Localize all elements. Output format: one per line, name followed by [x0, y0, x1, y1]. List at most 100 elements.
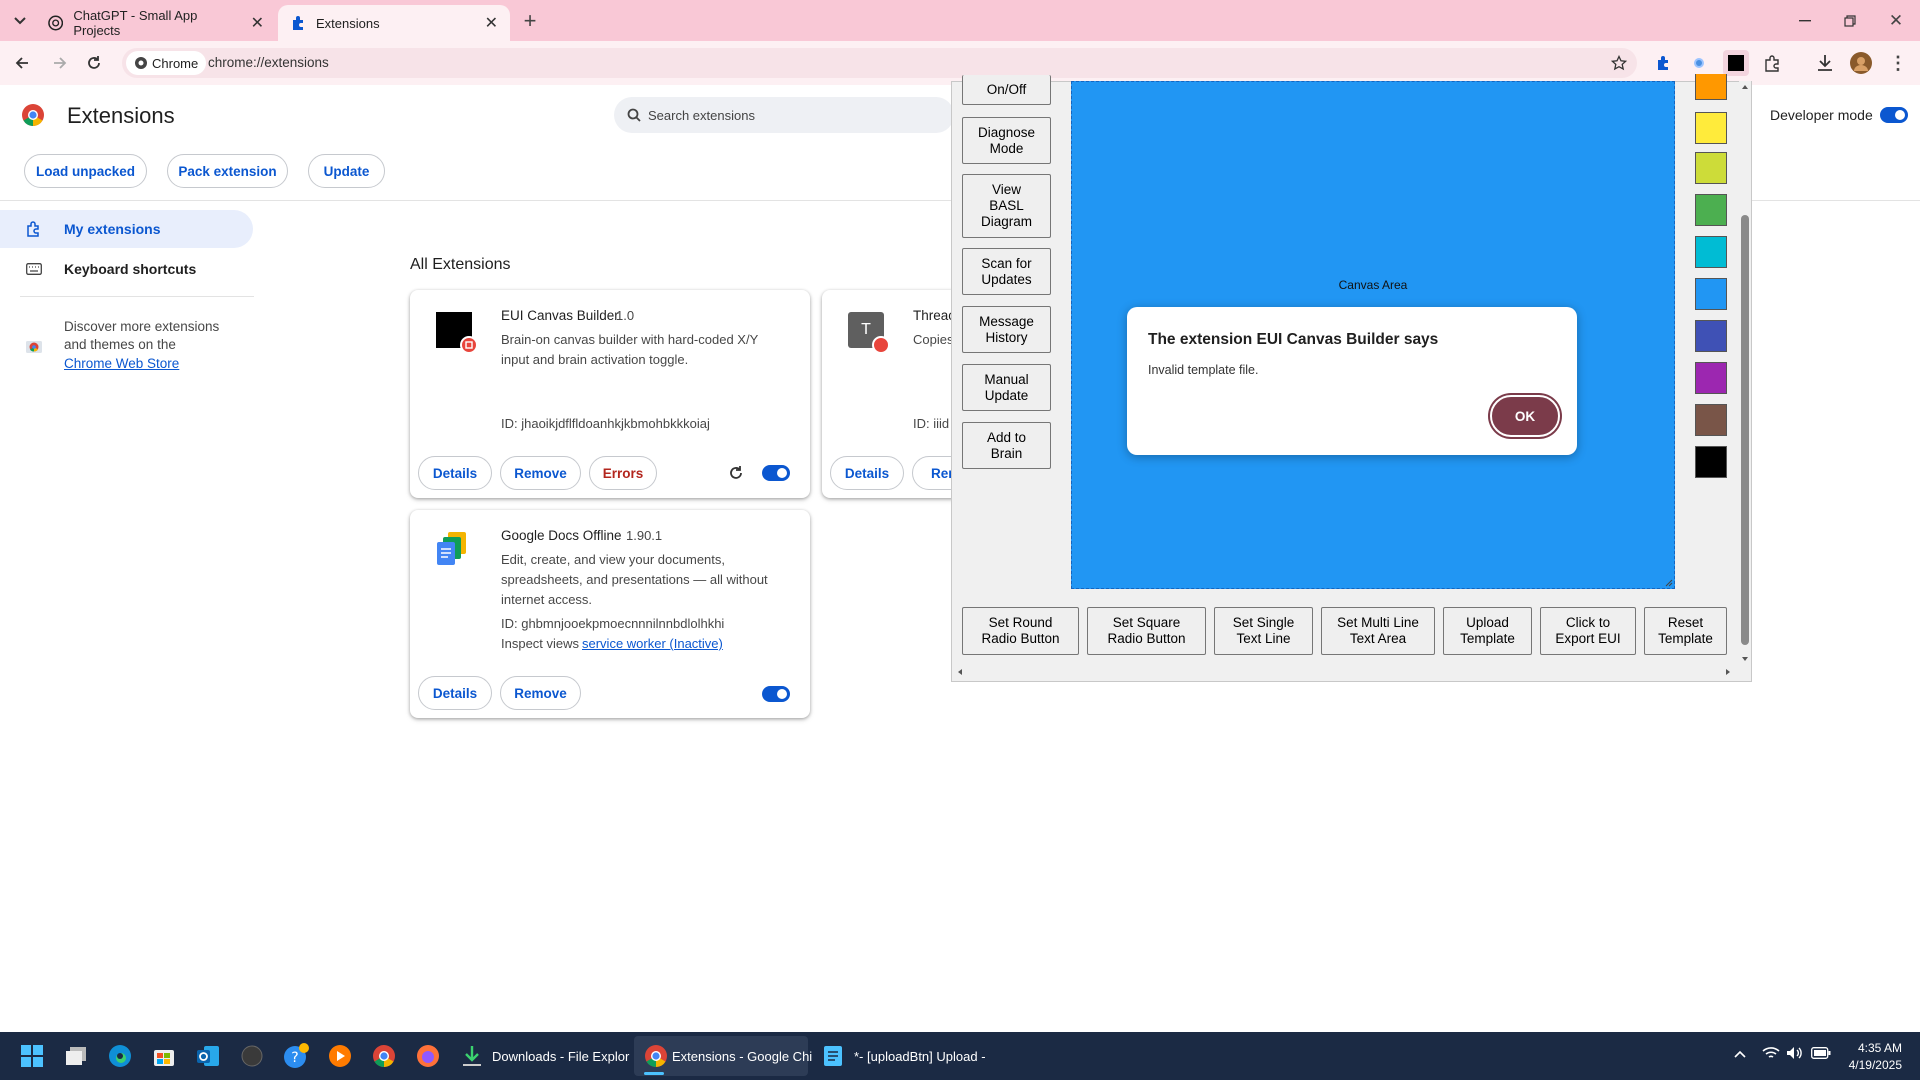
- set-multi-line-text-area-button[interactable]: Set Multi Line Text Area: [1321, 607, 1435, 655]
- upload-template-button[interactable]: Upload Template: [1443, 607, 1532, 655]
- search-extensions-field[interactable]: Search extensions: [614, 97, 954, 133]
- chrome-logo-icon: [22, 104, 44, 126]
- close-window-icon[interactable]: ✕: [1883, 8, 1909, 34]
- extension-enable-toggle[interactable]: [762, 465, 790, 481]
- scroll-up-icon[interactable]: [1741, 83, 1749, 91]
- resize-grip-icon[interactable]: [1663, 577, 1673, 587]
- chrome-menu-icon[interactable]: ⋮: [1885, 50, 1911, 76]
- add-to-brain-button[interactable]: Add to Brain: [962, 422, 1051, 469]
- wifi-icon[interactable]: [1762, 1046, 1780, 1060]
- color-swatch[interactable]: [1695, 404, 1727, 436]
- back-icon[interactable]: [9, 50, 35, 76]
- tab-chatgpt[interactable]: ChatGPT - Small App Projects ✕: [36, 5, 276, 41]
- taskbar-time[interactable]: 4:35 AM: [1842, 1041, 1902, 1055]
- update-button[interactable]: Update: [308, 154, 385, 188]
- chrome-web-store-link[interactable]: Chrome Web Store: [64, 356, 179, 371]
- pack-extension-button[interactable]: Pack extension: [167, 154, 288, 188]
- extension-dot-icon[interactable]: [1686, 50, 1712, 76]
- taskbar-notepad-window[interactable]: *- [uploadBtn] Upload -: [818, 1036, 988, 1076]
- new-tab-icon[interactable]: +: [517, 8, 543, 34]
- url-text[interactable]: chrome://extensions: [208, 55, 329, 70]
- service-worker-link[interactable]: service worker (Inactive): [582, 636, 723, 651]
- diagnose-mode-button[interactable]: Diagnose Mode: [962, 117, 1051, 164]
- sidebar-item-my-extensions[interactable]: My extensions: [0, 210, 253, 248]
- reset-template-button[interactable]: Reset Template: [1644, 607, 1727, 655]
- details-button[interactable]: Details: [830, 456, 904, 490]
- profile-avatar[interactable]: [1848, 50, 1874, 76]
- color-swatch[interactable]: [1695, 74, 1727, 100]
- eui-canvas-extension-icon[interactable]: [1723, 50, 1749, 76]
- site-info-chip[interactable]: Chrome: [126, 51, 207, 75]
- dialog-ok-button[interactable]: OK: [1490, 395, 1560, 437]
- remove-button[interactable]: Remove: [500, 456, 581, 490]
- media-player-icon[interactable]: [324, 1040, 356, 1072]
- downloads-icon[interactable]: [1812, 50, 1838, 76]
- remove-button[interactable]: Remove: [500, 676, 581, 710]
- color-swatch[interactable]: [1695, 112, 1727, 144]
- taskbar-downloads-window[interactable]: Downloads - File Explor: [456, 1036, 629, 1076]
- download-icon: [463, 1046, 481, 1066]
- popup-vertical-scrollbar[interactable]: [1739, 81, 1751, 667]
- scroll-left-icon[interactable]: [956, 668, 964, 676]
- firefox-icon[interactable]: [412, 1040, 444, 1072]
- set-round-radio-button[interactable]: Set Round Radio Button: [962, 607, 1079, 655]
- manual-update-button[interactable]: Manual Update: [962, 364, 1051, 411]
- color-swatch[interactable]: [1695, 362, 1727, 394]
- reload-extension-icon[interactable]: [728, 465, 744, 481]
- chrome-taskbar-icon[interactable]: [368, 1040, 400, 1072]
- task-view-icon[interactable]: [60, 1040, 92, 1072]
- extension-pin-puzzle-icon[interactable]: [1650, 50, 1676, 76]
- extension-icon: [27, 221, 39, 237]
- extension-card-google-docs-offline: Google Docs Offline 1.90.1 Edit, create,…: [410, 510, 810, 718]
- bookmark-star-icon[interactable]: [1606, 50, 1632, 76]
- outlook-icon[interactable]: [192, 1040, 224, 1072]
- tray-overflow-chevron-icon[interactable]: [1734, 1050, 1746, 1058]
- scan-for-updates-button[interactable]: Scan for Updates: [962, 248, 1051, 295]
- volume-icon[interactable]: [1786, 1046, 1804, 1060]
- taskbar-date[interactable]: 4/19/2025: [1832, 1058, 1902, 1072]
- scroll-right-icon[interactable]: [1724, 668, 1732, 676]
- extensions-menu-icon[interactable]: [1759, 50, 1785, 76]
- details-button[interactable]: Details: [418, 676, 492, 710]
- color-swatch[interactable]: [1695, 236, 1727, 268]
- tab-search-chevron-icon[interactable]: [7, 8, 33, 34]
- minimize-icon[interactable]: [1792, 8, 1818, 34]
- color-swatch[interactable]: [1695, 194, 1727, 226]
- color-swatch[interactable]: [1695, 278, 1727, 310]
- extension-enable-toggle[interactable]: [762, 686, 790, 702]
- scrollbar-thumb[interactable]: [1741, 215, 1749, 645]
- load-unpacked-button[interactable]: Load unpacked: [24, 154, 147, 188]
- microsoft-store-icon[interactable]: [148, 1040, 180, 1072]
- view-basl-diagram-button[interactable]: View BASL Diagram: [962, 174, 1051, 238]
- help-app-icon[interactable]: ?: [280, 1040, 312, 1072]
- developer-mode-toggle[interactable]: [1880, 107, 1908, 123]
- sidebar-item-keyboard-shortcuts[interactable]: Keyboard shortcuts: [0, 250, 253, 288]
- section-title: All Extensions: [410, 256, 511, 273]
- circle-app-icon[interactable]: [236, 1040, 268, 1072]
- set-single-text-line-button[interactable]: Set Single Text Line: [1214, 607, 1313, 655]
- extension-description: input and brain activation toggle.: [501, 352, 689, 367]
- scroll-down-icon[interactable]: [1741, 655, 1749, 663]
- message-history-button[interactable]: Message History: [962, 306, 1051, 353]
- set-square-radio-button[interactable]: Set Square Radio Button: [1087, 607, 1206, 655]
- errors-button[interactable]: Errors: [589, 456, 657, 490]
- details-button[interactable]: Details: [418, 456, 492, 490]
- tab-extensions[interactable]: Extensions ✕: [278, 5, 510, 41]
- color-swatch[interactable]: [1695, 320, 1727, 352]
- on-off-button[interactable]: On/Off: [962, 75, 1051, 105]
- battery-icon[interactable]: [1811, 1047, 1831, 1059]
- close-tab-icon[interactable]: ✕: [251, 13, 264, 33]
- restore-icon[interactable]: [1837, 8, 1863, 34]
- color-swatch[interactable]: [1695, 152, 1727, 184]
- taskbar-extensions-window[interactable]: Extensions - Google Chi: [634, 1036, 812, 1076]
- forward-icon[interactable]: [47, 50, 73, 76]
- edge-icon[interactable]: [104, 1040, 136, 1072]
- reload-icon[interactable]: [81, 50, 107, 76]
- popup-horizontal-scrollbar[interactable]: [952, 665, 1738, 679]
- chip-label: Chrome: [152, 55, 199, 71]
- address-bar[interactable]: Chrome chrome://extensions: [122, 48, 1637, 78]
- color-swatch[interactable]: [1695, 446, 1727, 478]
- start-windows-icon[interactable]: [16, 1040, 48, 1072]
- export-eui-button[interactable]: Click to Export EUI: [1540, 607, 1636, 655]
- close-tab-icon[interactable]: ✕: [485, 13, 498, 33]
